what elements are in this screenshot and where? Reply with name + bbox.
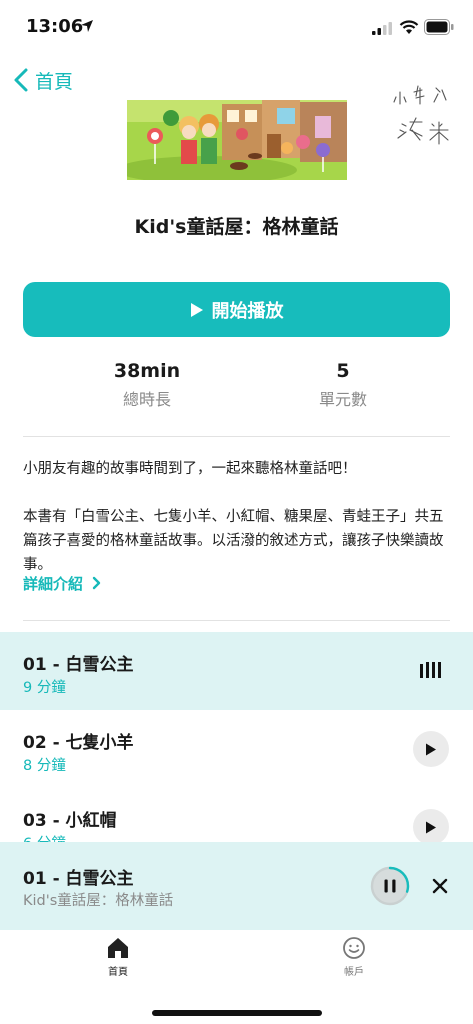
mini-player-title: 01 - 白雪公主	[23, 869, 134, 889]
tab-bar: 首頁 帳戶	[0, 930, 473, 1024]
play-icon	[426, 821, 436, 833]
back-label: 首頁	[35, 70, 74, 93]
home-indicator	[152, 1010, 322, 1016]
chevron-left-icon	[14, 68, 28, 92]
status-time: 13:06	[26, 16, 84, 37]
play-icon	[426, 743, 436, 755]
status-bar: 13:06	[0, 0, 473, 58]
more-details-link[interactable]: 詳細介紹	[23, 573, 102, 594]
wifi-icon	[399, 20, 419, 34]
start-play-button[interactable]: 開始播放	[23, 282, 450, 337]
track-play-button[interactable]	[413, 809, 449, 845]
tab-account[interactable]: 帳戶	[304, 936, 404, 978]
book-cover-image	[127, 100, 347, 180]
description-paragraph: 小朋友有趣的故事時間到了，一起來聽格林童話吧！	[23, 461, 357, 477]
track-play-button[interactable]	[413, 731, 449, 767]
stat-units-value: 5	[336, 360, 350, 382]
tab-home-label: 首頁	[108, 967, 128, 978]
stat-duration-value: 38min	[113, 360, 181, 382]
track-title: 02 - 七隻小羊	[23, 733, 134, 753]
track-duration: 9 分鐘	[23, 680, 66, 696]
pause-button[interactable]	[370, 866, 410, 906]
divider	[23, 620, 450, 621]
mini-player-subtitle: Kid's童話屋：格林童話	[23, 893, 174, 909]
stat-units-label: 單元數	[318, 390, 367, 409]
track-duration: 8 分鐘	[23, 758, 66, 774]
track-row[interactable]: 01 - 白雪公主 9 分鐘	[0, 632, 473, 710]
cellular-signal-icon	[372, 22, 392, 35]
location-arrow-icon	[81, 20, 93, 32]
divider	[23, 436, 450, 437]
stat-duration: 38min 總時長	[57, 360, 237, 410]
stat-duration-label: 總時長	[122, 390, 171, 409]
close-icon[interactable]	[430, 876, 450, 896]
track-title: 01 - 白雪公主	[23, 655, 134, 675]
track-row[interactable]: 02 - 七隻小羊 8 分鐘	[0, 710, 473, 788]
smiley-icon	[343, 937, 365, 959]
battery-icon	[424, 19, 454, 35]
handwritten-signature	[393, 85, 449, 145]
home-icon	[108, 938, 128, 958]
start-play-label: 開始播放	[211, 300, 284, 322]
book-title: Kid's童話屋：格林童話	[134, 216, 339, 238]
tab-home[interactable]: 首頁	[68, 936, 168, 978]
mini-player[interactable]: 01 - 白雪公主 Kid's童話屋：格林童話	[0, 842, 473, 930]
tab-account-label: 帳戶	[344, 967, 364, 978]
more-details-label: 詳細介紹	[23, 575, 84, 593]
back-button[interactable]: 首頁	[12, 64, 73, 96]
play-icon	[190, 302, 203, 317]
track-title: 03 - 小紅帽	[23, 811, 117, 831]
description-paragraph: 本書有「白雪公主、七隻小羊、小紅帽、糖果屋、青蛙王子」共五篇孩子喜愛的格林童話故…	[23, 509, 444, 573]
now-playing-equalizer-icon	[420, 662, 441, 678]
stat-units: 5 單元數	[253, 360, 433, 410]
pause-icon	[384, 879, 388, 893]
chevron-right-icon	[93, 576, 101, 590]
